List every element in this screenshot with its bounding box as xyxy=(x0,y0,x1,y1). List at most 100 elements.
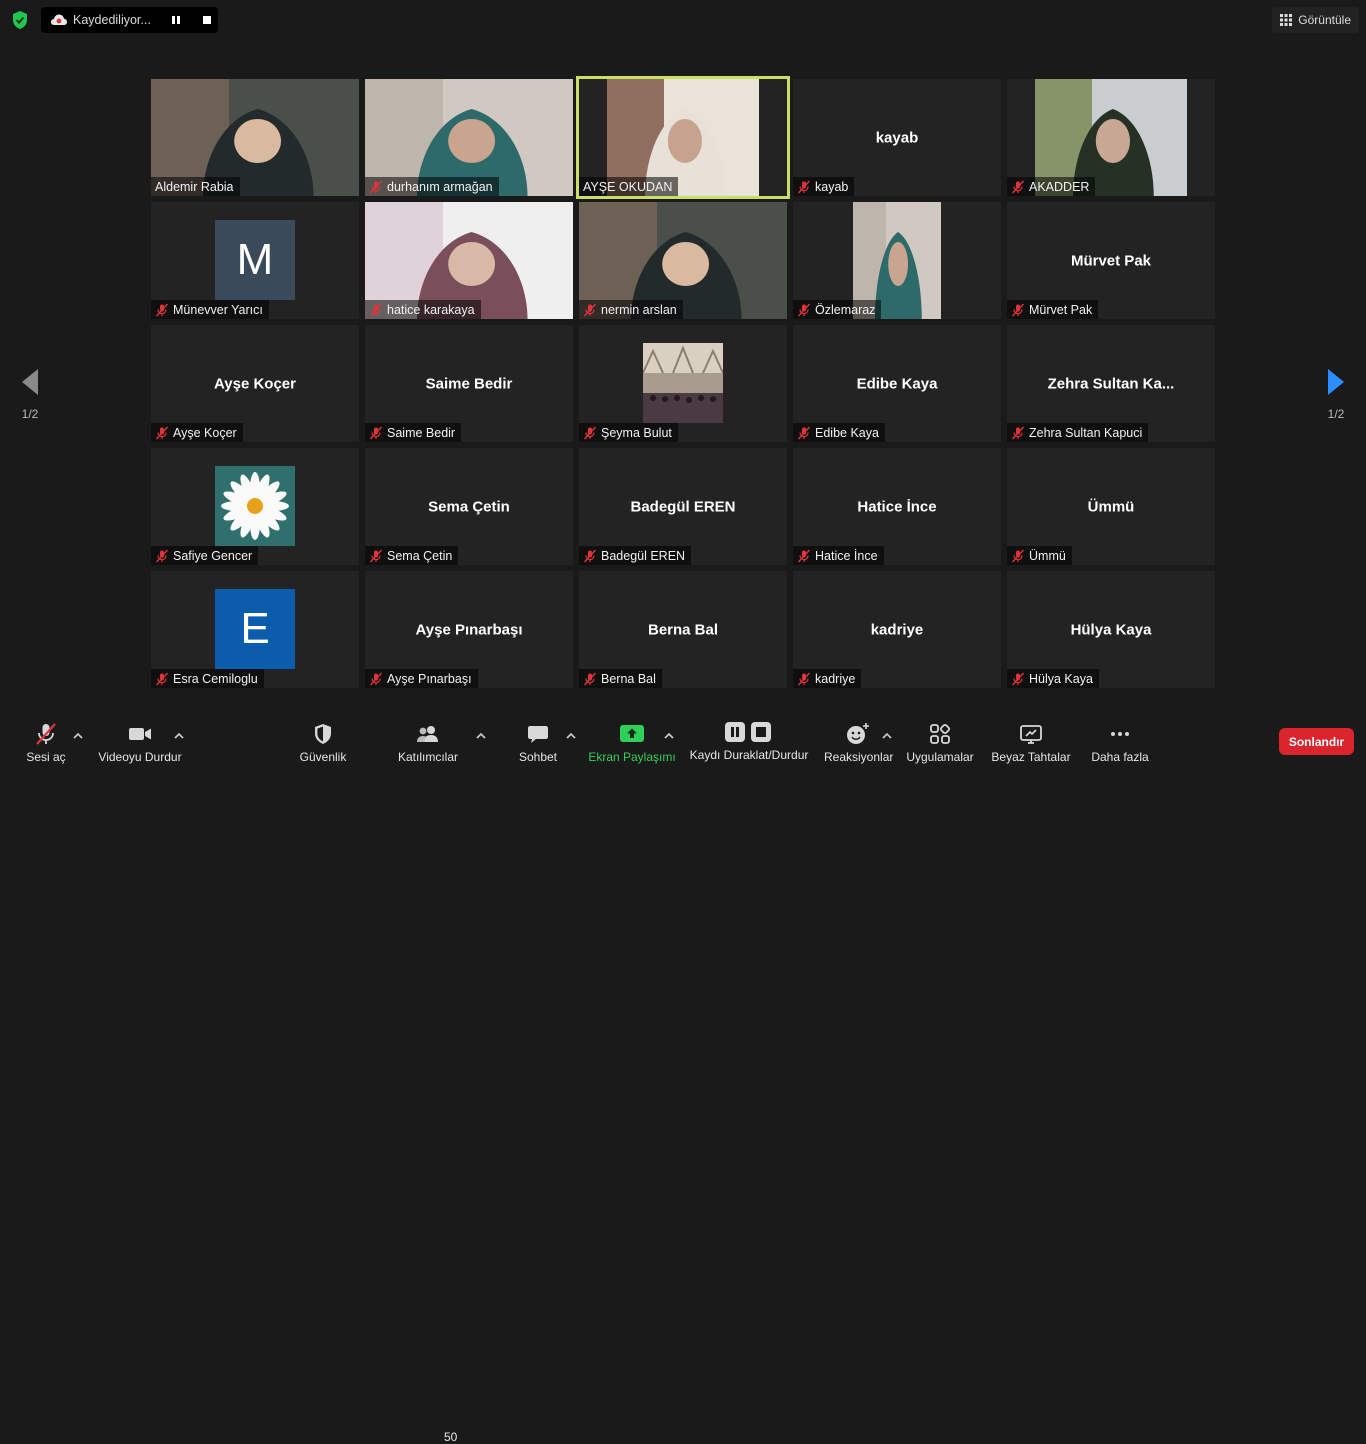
participant-display-name: Zehra Sultan Ka... xyxy=(1047,375,1175,392)
participant-name-label: Sema Çetin xyxy=(365,546,459,565)
security-shield-icon xyxy=(315,724,331,744)
cloud-recording-icon xyxy=(50,13,68,27)
participant-name-label: Şeyma Bulut xyxy=(579,423,678,442)
security-button[interactable]: Güvenlik xyxy=(296,722,350,764)
whiteboards-button[interactable]: Beyaz Tahtalar xyxy=(991,722,1071,764)
participant-tile[interactable]: Hülya Kaya Hülya Kaya xyxy=(1007,571,1215,688)
participant-tile[interactable]: Badegül EREN Badegül EREN xyxy=(579,448,787,565)
participant-tile[interactable]: Ayşe Koçer Ayşe Koçer xyxy=(151,325,359,442)
pause-recording-button[interactable] xyxy=(164,10,187,30)
participant-display-name: Ümmü xyxy=(1087,498,1135,515)
participant-name: Berna Bal xyxy=(601,671,656,686)
participant-tile[interactable]: Sema Çetin Sema Çetin xyxy=(365,448,573,565)
end-meeting-button[interactable]: Sonlandır xyxy=(1279,728,1354,755)
meeting-toolbar: Sesi aç Videoyu Durdur Güvenlik Katılımc… xyxy=(0,708,1366,1444)
participant-display-name: kayab xyxy=(875,129,919,146)
profile-photo xyxy=(643,343,723,423)
participant-tile[interactable]: kayab kayab xyxy=(793,79,1001,196)
participant-tile[interactable]: Özlemaraz xyxy=(793,202,1001,319)
arrow-left-icon xyxy=(22,369,38,395)
participant-name-label: hatice karakaya xyxy=(365,300,481,319)
reactions-options-chevron-icon[interactable] xyxy=(881,731,893,741)
participant-name: Ümmü xyxy=(1029,548,1066,563)
participant-name-label: AKADDER xyxy=(1007,177,1096,196)
participant-tile[interactable]: M Münevver Yarıcı xyxy=(151,202,359,319)
participant-tile[interactable]: Edibe Kaya Edibe Kaya xyxy=(793,325,1001,442)
stop-video-button[interactable]: Videoyu Durdur xyxy=(96,722,184,764)
unmute-button[interactable]: Sesi aç xyxy=(22,722,70,764)
participant-tile[interactable]: durhanım armağan xyxy=(365,79,573,196)
participant-tile[interactable]: Berna Bal Berna Bal xyxy=(579,571,787,688)
participant-tile[interactable]: Zehra Sultan Ka... Zehra Sultan Kapuci xyxy=(1007,325,1215,442)
share-screen-button[interactable]: Ekran Paylaşımı xyxy=(588,722,676,764)
recording-indicator: Kaydediliyor... xyxy=(41,7,218,33)
video-options-chevron-icon[interactable] xyxy=(173,731,185,741)
participant-name-label: Hatice İnce xyxy=(793,546,884,565)
participant-tile[interactable]: Saime Bedir Saime Bedir xyxy=(365,325,573,442)
participant-name: Hatice İnce xyxy=(815,548,878,563)
participant-display-name: Berna Bal xyxy=(647,621,719,638)
microphone-muted-icon xyxy=(369,303,383,317)
recording-label: Kaydediliyor... xyxy=(73,13,151,27)
participant-name-label: Özlemaraz xyxy=(793,300,882,319)
participant-name-label: durhanım armağan xyxy=(365,177,499,196)
microphone-muted-icon xyxy=(155,549,169,563)
microphone-muted-icon xyxy=(797,180,811,194)
participant-name: kayab xyxy=(815,179,849,194)
audio-options-chevron-icon[interactable] xyxy=(72,731,84,741)
participant-tile[interactable]: Ümmü Ümmü xyxy=(1007,448,1215,565)
participant-name: Ayşe Pınarbaşı xyxy=(387,671,472,686)
participant-display-name: Ayşe Koçer xyxy=(214,375,296,392)
participant-name: Münevver Yarıcı xyxy=(173,302,263,317)
participant-name: Ayşe Koçer xyxy=(173,425,237,440)
chat-options-chevron-icon[interactable] xyxy=(565,731,577,741)
more-button[interactable]: Daha fazla xyxy=(1090,722,1150,764)
participant-tile[interactable]: AYŞE OKUDAN xyxy=(576,76,790,199)
stop-recording-button[interactable] xyxy=(195,10,218,30)
participants-options-chevron-icon[interactable] xyxy=(475,731,487,741)
microphone-muted-icon xyxy=(369,426,383,440)
participant-name: Edibe Kaya xyxy=(815,425,879,440)
arrow-right-icon xyxy=(1328,369,1344,395)
participant-name: Mürvet Pak xyxy=(1029,302,1093,317)
microphone-muted-icon xyxy=(1011,549,1025,563)
participant-display-name: Sema Çetin xyxy=(428,498,510,515)
participant-tile[interactable]: nermin arslan xyxy=(579,202,787,319)
participant-tile[interactable]: hatice karakaya xyxy=(365,202,573,319)
page-indicator-left: 1/2 xyxy=(21,407,39,421)
participant-tile[interactable]: kadriye kadriye xyxy=(793,571,1001,688)
participant-tile[interactable]: Şeyma Bulut xyxy=(579,325,787,442)
share-screen-label: Ekran Paylaşımı xyxy=(588,750,676,764)
participant-tile[interactable]: E Esra Cemiloglu xyxy=(151,571,359,688)
participant-name-label: kayab xyxy=(793,177,855,196)
participant-display-name: kadriye xyxy=(870,621,924,638)
participant-name: Hülya Kaya xyxy=(1029,671,1093,686)
next-page-button[interactable]: 1/2 xyxy=(1308,342,1364,430)
apps-button[interactable]: Uygulamalar xyxy=(905,722,975,764)
view-button[interactable]: Görüntüle xyxy=(1272,7,1359,33)
microphone-muted-icon xyxy=(369,549,383,563)
participant-tile[interactable]: Mürvet Pak Mürvet Pak xyxy=(1007,202,1215,319)
participants-button[interactable]: Katılımcılar xyxy=(396,722,460,764)
previous-page-button[interactable]: 1/2 xyxy=(2,342,58,430)
participant-tile[interactable]: AKADDER xyxy=(1007,79,1215,196)
reactions-button[interactable]: Reaksiyonlar xyxy=(824,722,893,764)
participant-tile[interactable]: Aldemir Rabia xyxy=(151,79,359,196)
participants-label: Katılımcılar xyxy=(397,750,458,764)
participants-icon xyxy=(417,726,438,742)
participant-name-label: Esra Cemiloglu xyxy=(151,669,264,688)
pause-stop-recording-button[interactable]: Kaydı Duraklat/Durdur xyxy=(688,720,810,762)
participant-name-label: Edibe Kaya xyxy=(793,423,885,442)
participant-tile[interactable]: Safiye Gencer xyxy=(151,448,359,565)
view-label: Görüntüle xyxy=(1298,13,1351,27)
microphone-muted-icon xyxy=(797,303,811,317)
participant-tile[interactable]: Hatice İnce Hatice İnce xyxy=(793,448,1001,565)
encryption-shield-icon[interactable] xyxy=(9,9,31,31)
participant-name-label: Zehra Sultan Kapuci xyxy=(1007,423,1149,442)
avatar: E xyxy=(215,589,295,669)
participant-display-name: Edibe Kaya xyxy=(856,375,938,392)
participant-name-label: Ayşe Koçer xyxy=(151,423,243,442)
share-options-chevron-icon[interactable] xyxy=(663,731,675,741)
chat-button[interactable]: Sohbet xyxy=(516,722,560,764)
participant-tile[interactable]: Ayşe Pınarbaşı Ayşe Pınarbaşı xyxy=(365,571,573,688)
